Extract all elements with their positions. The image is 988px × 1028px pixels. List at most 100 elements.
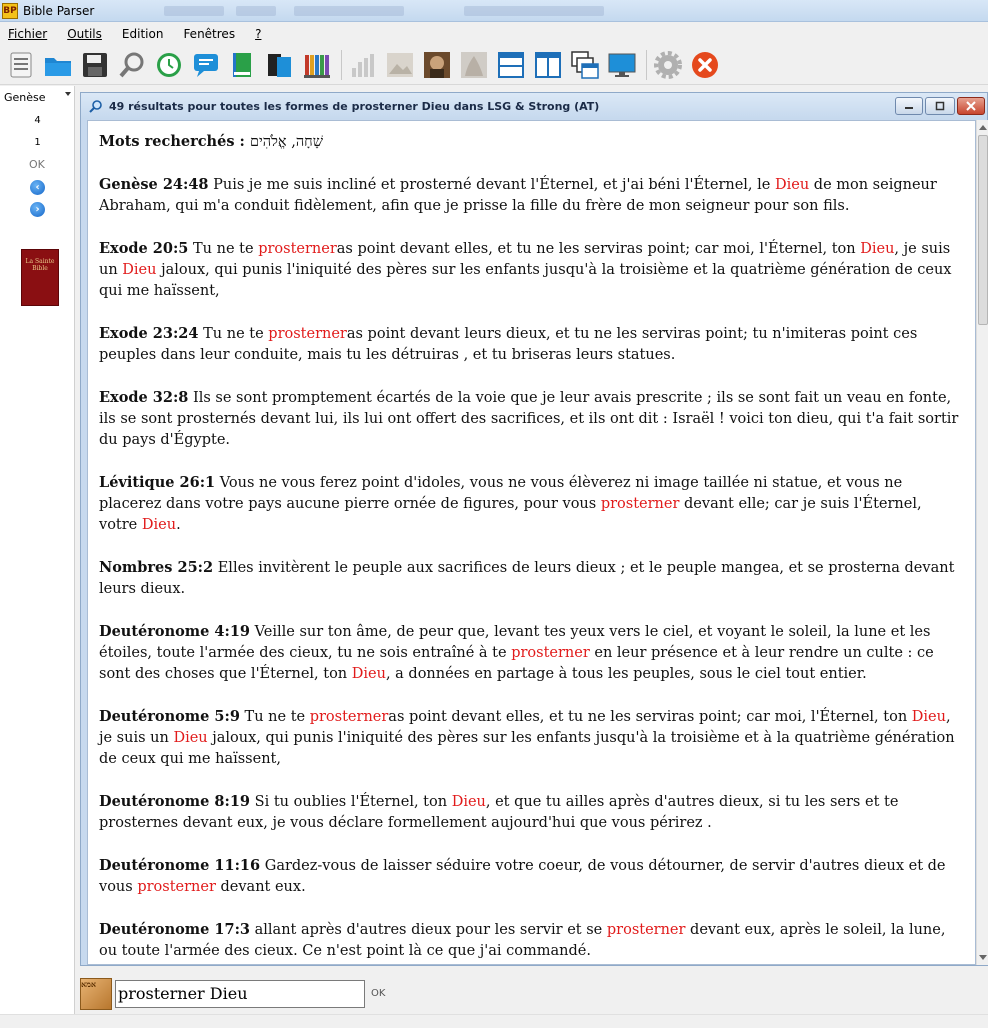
results-content[interactable]: Mots recherchés : שָׁחָה, אֱלֹהִים Genès… — [87, 120, 976, 965]
book-select[interactable]: Genèse — [0, 88, 75, 106]
scrollbar-thumb[interactable] — [978, 135, 988, 325]
highlighted-word: Dieu — [351, 666, 386, 682]
highlighted-word: prosterner — [258, 241, 337, 257]
verse-text: Tu ne te — [188, 241, 259, 257]
verse-result: Exode 32:8 Ils se sont promptement écart… — [99, 387, 959, 451]
verse-reference[interactable]: Genèse 24:48 — [99, 176, 209, 193]
title-bar-ghost-text — [164, 5, 225, 16]
verse-result: Deutéronome 4:19 Veille sur ton âme, de … — [99, 621, 959, 685]
verse-text: as point devant elles, et tu ne les serv… — [388, 709, 912, 725]
cascade-icon[interactable] — [568, 48, 602, 82]
verse-text: , a données en partage à tous les peuple… — [385, 666, 867, 682]
chapter-field[interactable]: 4 — [0, 115, 75, 126]
verse-reference[interactable]: Deutéronome 11:16 — [99, 857, 260, 874]
window-vertical-icon[interactable] — [531, 48, 565, 82]
minimize-button[interactable] — [895, 97, 923, 115]
settings-icon[interactable] — [651, 48, 685, 82]
toolbar — [0, 45, 988, 85]
title-bar-ghost-text — [294, 5, 405, 16]
verse-text: Puis je me suis incliné et prosterné dev… — [208, 177, 775, 193]
searched-words-value: שָׁחָה, אֱלֹהִים — [249, 134, 324, 150]
highlighted-word: prosterner — [600, 496, 680, 512]
chart-icon[interactable] — [346, 48, 380, 82]
open-folder-icon[interactable] — [41, 48, 75, 82]
verse-result: Deutéronome 17:3 allant après d'autres d… — [99, 919, 959, 962]
verse-reference[interactable]: Deutéronome 4:19 — [99, 623, 250, 640]
save-icon[interactable] — [78, 48, 112, 82]
verse-field[interactable]: 1 — [0, 137, 75, 148]
navigation-panel: Genèse 4 1 OK ‹ › La Sainte Bible — [0, 86, 75, 1014]
results-window-title: 49 résultats pour toutes les formes de p… — [109, 99, 600, 113]
verse-result: Exode 20:5 Tu ne te prosterneras point d… — [99, 238, 959, 302]
verse-result: Lévitique 26:1 Vous ne vous ferez point … — [99, 472, 959, 536]
search-icon — [89, 100, 102, 113]
go-ok-button[interactable]: OK — [29, 158, 45, 171]
menu-fenetres[interactable]: Fenêtres — [183, 27, 235, 41]
list-icon[interactable] — [4, 48, 38, 82]
monitor-icon[interactable] — [605, 48, 639, 82]
app-logo-icon: BP — [2, 2, 18, 19]
menu-outils[interactable]: Outils — [67, 27, 102, 41]
searched-words-line: Mots recherchés : שָׁחָה, אֱלֹהִים — [99, 131, 959, 153]
verse-reference[interactable]: Exode 20:5 — [99, 240, 188, 257]
history-icon[interactable] — [152, 48, 186, 82]
bible-cover-image[interactable]: La Sainte Bible — [21, 249, 59, 306]
scroll-up-icon[interactable] — [979, 125, 987, 130]
verse-reference[interactable]: Exode 23:24 — [99, 325, 199, 342]
search-input[interactable]: prosterner Dieu — [115, 980, 365, 1008]
close-icon[interactable] — [688, 48, 722, 82]
verse-reference[interactable]: Exode 32:8 — [99, 389, 188, 406]
vertical-scrollbar[interactable] — [976, 120, 988, 965]
highlighted-word: Dieu — [122, 262, 157, 278]
search-icon[interactable] — [115, 48, 149, 82]
menu-help[interactable]: ? — [255, 27, 261, 41]
verse-result: Genèse 24:48 Puis je me suis incliné et … — [99, 174, 959, 217]
minimize-icon — [905, 107, 913, 109]
verse-result: Exode 23:24 Tu ne te prosterneras point … — [99, 323, 959, 366]
previous-arrow-icon[interactable]: ‹ — [30, 180, 45, 195]
next-arrow-icon[interactable]: › — [30, 202, 45, 217]
highlighted-word: Dieu — [860, 241, 895, 257]
title-bar-ghost-text — [464, 5, 605, 16]
portrait-icon[interactable] — [420, 48, 454, 82]
bookshelf-icon[interactable] — [300, 48, 334, 82]
window-horizontal-icon[interactable] — [494, 48, 528, 82]
highlighted-word: Dieu — [451, 794, 486, 810]
highlighted-word: prosterner — [268, 326, 347, 342]
highlighted-word: Dieu — [774, 177, 810, 193]
menu-edition[interactable]: Edition — [122, 27, 164, 41]
verse-reference[interactable]: Deutéronome 17:3 — [99, 921, 250, 938]
results-window-titlebar: 49 résultats pour toutes les formes de p… — [81, 93, 987, 119]
verse-reference[interactable]: Deutéronome 5:9 — [99, 708, 240, 725]
maximize-icon — [935, 101, 945, 111]
verse-text: allant après d'autres dieux pour les ser… — [250, 922, 607, 938]
highlighted-word: prosterner — [309, 709, 389, 725]
close-window-button[interactable] — [957, 97, 985, 115]
maximize-button[interactable] — [925, 97, 955, 115]
menu-help-label: ? — [255, 26, 262, 41]
books-icon[interactable] — [263, 48, 297, 82]
status-bar — [0, 1014, 988, 1028]
verse-text: Si tu oublies l'Éternel, ton — [250, 794, 452, 810]
search-bar: אמא prosterner Dieu OK — [76, 968, 988, 1014]
highlighted-word: prosterner — [137, 879, 216, 895]
verse-reference[interactable]: Nombres 25:2 — [99, 559, 213, 576]
menu-fenetres-label: Fenêtres — [183, 26, 236, 41]
verse-text: as point devant elles, et tu ne les serv… — [336, 241, 861, 257]
image-icon[interactable] — [383, 48, 417, 82]
menu-bar: Fichier Outils Edition Fenêtres ? — [0, 23, 988, 44]
verse-reference[interactable]: Lévitique 26:1 — [99, 474, 215, 491]
book-select-value: Genèse — [4, 90, 46, 104]
photo-icon[interactable] — [457, 48, 491, 82]
scroll-down-icon[interactable] — [979, 955, 987, 960]
menu-edition-label: Edition — [121, 26, 164, 41]
chat-icon[interactable] — [189, 48, 223, 82]
book-green-icon[interactable] — [226, 48, 260, 82]
chevron-down-icon — [65, 92, 71, 96]
toolbar-separator — [341, 49, 342, 80]
highlighted-word: Dieu — [173, 730, 208, 746]
menu-fichier[interactable]: Fichier — [8, 27, 47, 41]
verse-text: Ils se sont promptement écartés de la vo… — [99, 390, 959, 448]
verse-reference[interactable]: Deutéronome 8:19 — [99, 793, 250, 810]
search-ok-button[interactable]: OK — [371, 988, 385, 999]
